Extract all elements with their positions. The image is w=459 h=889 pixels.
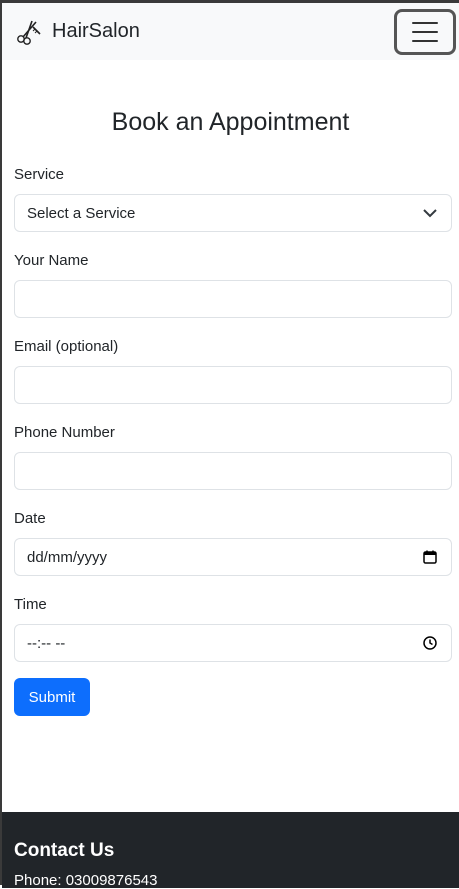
email-label: Email (optional) xyxy=(14,338,119,355)
service-select[interactable]: Select a Service xyxy=(14,194,452,232)
footer: Contact Us Phone: 03009876543 xyxy=(2,812,459,889)
brand-name: HairSalon xyxy=(52,20,140,42)
hamburger-menu-icon xyxy=(412,22,438,42)
clock-icon[interactable] xyxy=(423,636,437,650)
date-input[interactable]: dd/mm/yyyy xyxy=(14,538,452,576)
date-input-value: dd/mm/yyyy xyxy=(27,548,108,566)
date-label: Date xyxy=(14,510,46,527)
navbar: HairSalon xyxy=(2,3,459,60)
phone-label: Phone Number xyxy=(14,424,115,441)
page-title: Book an Appointment xyxy=(111,108,350,136)
navbar-toggle-button[interactable] xyxy=(394,9,456,55)
time-input-value: --:-- -- xyxy=(27,634,66,652)
submit-button[interactable]: Submit xyxy=(14,678,90,716)
chevron-down-icon xyxy=(423,209,437,218)
time-label: Time xyxy=(14,596,47,613)
name-input[interactable] xyxy=(14,280,452,318)
calendar-icon[interactable] xyxy=(423,550,437,564)
brand-link[interactable]: HairSalon xyxy=(14,18,140,46)
name-label: Your Name xyxy=(14,252,89,269)
service-select-value: Select a Service xyxy=(27,204,136,222)
service-label: Service xyxy=(14,166,65,183)
time-input[interactable]: --:-- -- xyxy=(14,624,452,662)
footer-title: Contact Us xyxy=(14,840,115,861)
email-input[interactable] xyxy=(14,366,452,404)
footer-phone: Phone: 03009876543 xyxy=(14,872,158,889)
scissors-comb-icon xyxy=(17,20,41,45)
phone-input[interactable] xyxy=(14,452,452,490)
